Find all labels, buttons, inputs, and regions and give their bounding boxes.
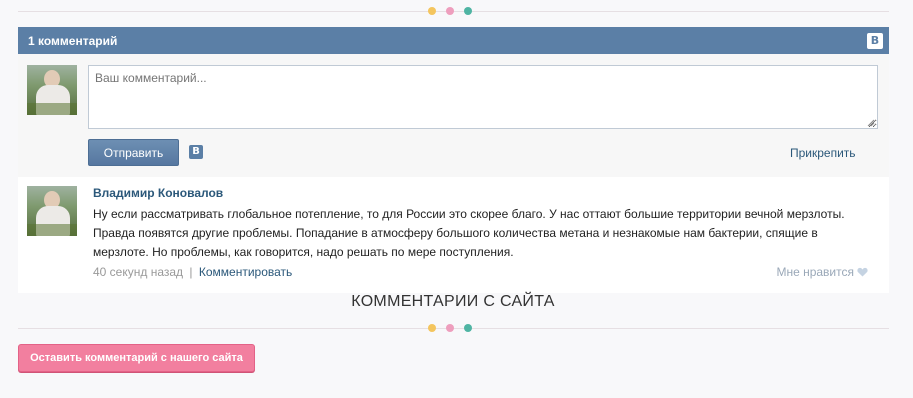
vk-comments-widget: 1 комментарий В Отправить В Прикрепить В… bbox=[18, 27, 889, 293]
vk-logo-icon[interactable]: В bbox=[867, 33, 883, 49]
comment-meta: 40 секунд назад | Комментировать bbox=[93, 265, 292, 279]
leave-comment-button[interactable]: Оставить комментарий с нашего сайта bbox=[18, 344, 255, 372]
current-user-avatar[interactable] bbox=[27, 65, 77, 115]
vk-widget-header: 1 комментарий В bbox=[18, 27, 889, 54]
pink-dot bbox=[446, 324, 454, 332]
green-dot bbox=[464, 7, 472, 15]
comment-item: Владимир Коновалов Ну если рассматривать… bbox=[18, 177, 889, 293]
comments-count-title: 1 комментарий bbox=[28, 33, 118, 48]
bottom-decorative-dots bbox=[428, 324, 478, 334]
comment-timestamp[interactable]: 40 секунд назад bbox=[93, 265, 183, 279]
comment-author-avatar[interactable] bbox=[27, 186, 77, 236]
site-comments-title: КОММЕНТАРИИ С САЙТА bbox=[351, 293, 555, 310]
green-dot bbox=[464, 324, 472, 332]
comment-input[interactable] bbox=[88, 65, 878, 129]
yellow-dot bbox=[428, 7, 436, 15]
yellow-dot bbox=[428, 324, 436, 332]
attach-link[interactable]: Прикрепить bbox=[790, 146, 856, 160]
pink-dot bbox=[446, 7, 454, 15]
resize-grip-icon[interactable] bbox=[867, 119, 875, 127]
comment-author-name[interactable]: Владимир Коновалов bbox=[93, 186, 223, 200]
heart-icon bbox=[857, 267, 868, 277]
comment-text: Ну если рассматривать глобальное потепле… bbox=[93, 207, 845, 259]
top-decorative-dots bbox=[428, 7, 478, 17]
reply-link[interactable]: Комментировать bbox=[199, 265, 292, 279]
vk-share-icon[interactable]: В bbox=[189, 145, 203, 159]
like-label: Мне нравится bbox=[776, 265, 854, 279]
like-button[interactable]: Мне нравится bbox=[776, 265, 868, 279]
send-button[interactable]: Отправить bbox=[88, 139, 179, 166]
meta-separator: | bbox=[189, 265, 193, 279]
